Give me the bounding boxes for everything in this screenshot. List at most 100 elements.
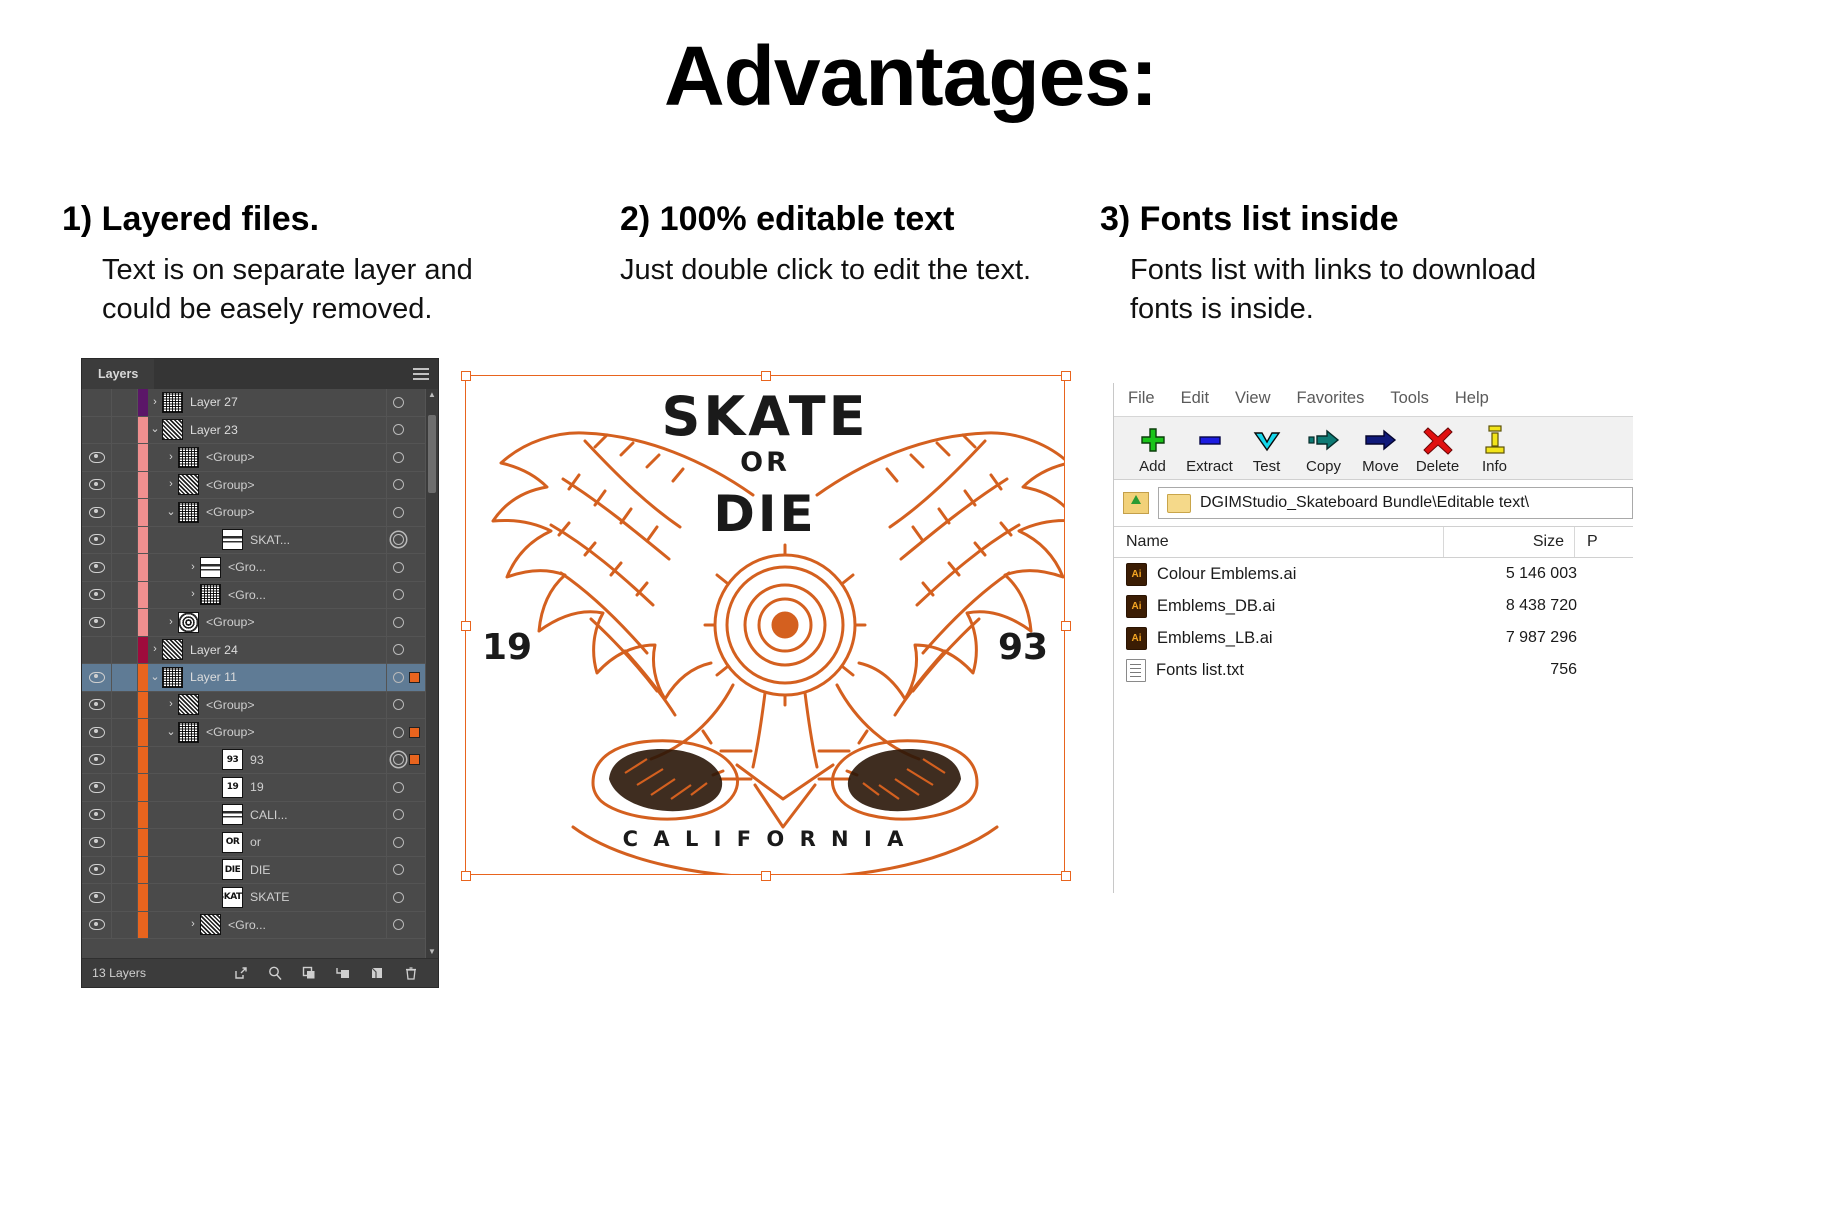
chevron-down-icon[interactable]: ⌄ [164, 726, 178, 738]
column-header-size[interactable]: Size [1444, 527, 1575, 557]
visibility-toggle-icon[interactable] [82, 416, 112, 443]
lock-toggle[interactable] [112, 911, 138, 938]
layer-row[interactable]: SKATE SKATE [82, 884, 438, 912]
file-row[interactable]: Fonts list.txt 756 [1114, 654, 1633, 686]
file-list[interactable]: Ai Colour Emblems.ai 5 146 003 Ai Emblems_DB… [1114, 558, 1633, 686]
lock-toggle[interactable] [112, 636, 138, 663]
visibility-toggle-icon[interactable] [82, 774, 112, 801]
layer-row[interactable]: SKAT... [82, 526, 438, 554]
visibility-toggle-icon[interactable] [82, 829, 112, 856]
search-icon[interactable] [258, 965, 292, 981]
toolbar-button-add[interactable]: Add [1124, 423, 1181, 475]
layer-row[interactable]: DIE DIE [82, 856, 438, 884]
target-indicator-icon[interactable] [393, 699, 404, 711]
toolbar-button-move[interactable]: Move [1352, 423, 1409, 475]
toolbar-button-test[interactable]: Test [1238, 423, 1295, 475]
layer-row[interactable]: ⌄ <Group> [82, 719, 438, 747]
column-header-p[interactable]: P [1575, 527, 1633, 557]
selection-handle-br[interactable] [1061, 871, 1071, 881]
target-indicator-icon[interactable] [393, 534, 404, 546]
lock-toggle[interactable] [112, 416, 138, 443]
target-indicator-icon[interactable] [393, 396, 404, 408]
layer-row[interactable]: ⌄ Layer 23 [82, 416, 438, 444]
target-indicator-icon[interactable] [393, 919, 404, 931]
lock-toggle[interactable] [112, 664, 138, 691]
visibility-toggle-icon[interactable] [82, 911, 112, 938]
file-row[interactable]: Ai Colour Emblems.ai 5 146 003 [1114, 558, 1633, 590]
layers-scrollbar[interactable]: ▲ ▼ [425, 389, 438, 958]
target-indicator-icon[interactable] [393, 836, 404, 848]
file-manager-window[interactable]: File Edit View Favorites Tools Help Add Extrac… [1113, 383, 1633, 893]
menu-item-tools[interactable]: Tools [1390, 389, 1429, 408]
layer-row[interactable]: 19 19 [82, 774, 438, 802]
selection-handle-bl[interactable] [461, 871, 471, 881]
chevron-right-icon[interactable]: › [186, 919, 200, 930]
visibility-toggle-icon[interactable] [82, 801, 112, 828]
folder-up-icon[interactable] [1114, 492, 1158, 514]
target-indicator-icon[interactable] [393, 754, 404, 766]
create-new-sublayer-icon[interactable] [326, 965, 360, 981]
selection-handle-tr[interactable] [1061, 371, 1071, 381]
selection-handle-ml[interactable] [461, 621, 471, 631]
target-indicator-icon[interactable] [393, 506, 404, 518]
layers-panel[interactable]: Layers › Layer 27 ⌄ Layer 23 › <Group> › <Group… [81, 358, 439, 988]
column-header-name[interactable]: Name [1114, 527, 1444, 557]
layer-row[interactable]: › <Group> [82, 691, 438, 719]
visibility-toggle-icon[interactable] [82, 856, 112, 883]
chevron-right-icon[interactable]: › [164, 479, 178, 490]
visibility-toggle-icon[interactable] [82, 691, 112, 718]
visibility-toggle-icon[interactable] [82, 499, 112, 526]
toolbar-button-delete[interactable]: Delete [1409, 423, 1466, 475]
target-indicator-icon[interactable] [393, 864, 404, 876]
visibility-toggle-icon[interactable] [82, 471, 112, 498]
menu-bar[interactable]: File Edit View Favorites Tools Help [1114, 383, 1633, 416]
menu-item-file[interactable]: File [1128, 389, 1155, 408]
selection-handle-mr[interactable] [1061, 621, 1071, 631]
tab-layers[interactable]: Layers [82, 359, 155, 389]
visibility-toggle-icon[interactable] [82, 664, 112, 691]
path-input[interactable]: DGIMStudio_Skateboard Bundle\Editable te… [1158, 487, 1633, 519]
target-indicator-icon[interactable] [393, 726, 404, 738]
target-indicator-icon[interactable] [393, 671, 404, 683]
target-indicator-icon[interactable] [393, 479, 404, 491]
hamburger-icon[interactable] [413, 368, 429, 381]
make-clipping-mask-icon[interactable] [292, 965, 326, 981]
chevron-right-icon[interactable]: › [164, 699, 178, 710]
chevron-right-icon[interactable]: › [186, 589, 200, 600]
scrollbar-thumb[interactable] [428, 415, 436, 493]
toolbar-button-extract[interactable]: Extract [1181, 423, 1238, 475]
visibility-toggle-icon[interactable] [82, 719, 112, 746]
menu-item-favorites[interactable]: Favorites [1297, 389, 1365, 408]
chevron-down-icon[interactable]: ⌄ [148, 424, 162, 435]
toolbar-button-info[interactable]: Info [1466, 423, 1523, 475]
scroll-down-icon[interactable]: ▼ [426, 946, 438, 958]
create-new-layer-icon[interactable] [360, 965, 394, 981]
selection-handle-bc[interactable] [761, 871, 771, 881]
visibility-toggle-icon[interactable] [82, 609, 112, 636]
chevron-right-icon[interactable]: › [164, 451, 178, 463]
target-indicator-icon[interactable] [393, 451, 404, 463]
locate-object-icon[interactable] [224, 965, 258, 981]
chevron-right-icon[interactable]: › [186, 561, 200, 573]
layer-row[interactable]: › <Gro... [82, 554, 438, 582]
lock-toggle[interactable] [112, 801, 138, 828]
chevron-down-icon[interactable]: ⌄ [148, 671, 162, 683]
layer-row[interactable]: › <Gro... [82, 581, 438, 609]
lock-toggle[interactable] [112, 581, 138, 608]
chevron-down-icon[interactable]: ⌄ [164, 506, 178, 518]
target-indicator-icon[interactable] [393, 809, 404, 821]
lock-toggle[interactable] [112, 774, 138, 801]
visibility-toggle-icon[interactable] [82, 444, 112, 471]
visibility-toggle-icon[interactable] [82, 389, 112, 416]
visibility-toggle-icon[interactable] [82, 581, 112, 608]
target-indicator-icon[interactable] [393, 589, 404, 601]
lock-toggle[interactable] [112, 719, 138, 746]
file-row[interactable]: Ai Emblems_LB.ai 7 987 296 [1114, 622, 1633, 654]
chevron-right-icon[interactable]: › [148, 396, 162, 408]
target-indicator-icon[interactable] [393, 891, 404, 903]
lock-toggle[interactable] [112, 526, 138, 553]
layer-row[interactable]: CALI... [82, 801, 438, 829]
lock-toggle[interactable] [112, 471, 138, 498]
layer-row[interactable]: 93 93 [82, 746, 438, 774]
delete-selection-icon[interactable] [394, 965, 428, 981]
